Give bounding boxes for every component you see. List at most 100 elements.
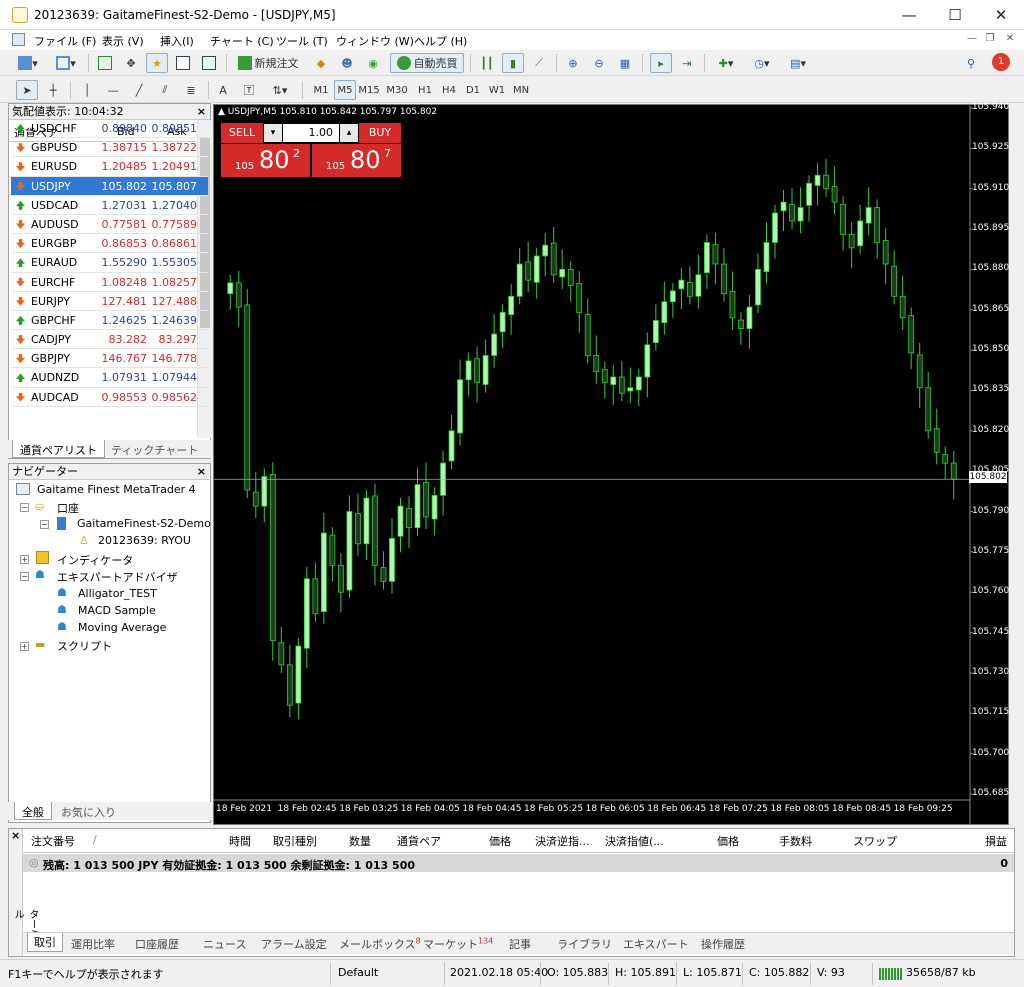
collapse-icon[interactable]: − xyxy=(40,520,49,529)
nav-accounts[interactable]: 口座 xyxy=(57,500,79,516)
col-swap[interactable]: スワップ xyxy=(853,833,897,849)
new-order-button[interactable]: 新規注文 xyxy=(232,53,304,73)
candle-chart-button[interactable]: ▮ xyxy=(502,53,524,73)
col-price[interactable]: 価格 xyxy=(489,833,511,849)
bar-chart-button[interactable]: ┃┃ xyxy=(476,53,498,73)
timeframe-h1[interactable]: H1 xyxy=(414,80,436,100)
collapse-icon[interactable]: − xyxy=(20,503,29,512)
timeframe-d1[interactable]: D1 xyxy=(462,80,484,100)
fibonacci-tool[interactable]: ≣ xyxy=(180,80,202,100)
mdi-doc-icon[interactable] xyxy=(12,33,25,46)
terminal-tab[interactable]: 運用比率 xyxy=(71,936,115,952)
timeframe-m30[interactable]: M30 xyxy=(386,80,408,100)
auto-trading-button[interactable]: 自動売買 xyxy=(390,53,464,73)
mdi-close-button[interactable]: ✕ xyxy=(1002,33,1018,47)
tab-general[interactable]: 全般 xyxy=(14,802,52,820)
price-chart[interactable] xyxy=(214,105,1008,824)
periods-button[interactable]: ◷ ▾ xyxy=(746,53,778,73)
col-commission[interactable]: 手数料 xyxy=(779,833,812,849)
terminal-tab[interactable]: 口座履歴 xyxy=(135,936,179,952)
terminal-tab[interactable]: ニュース xyxy=(203,936,246,952)
close-icon[interactable]: × xyxy=(197,464,206,480)
nav-server[interactable]: GaitameFinest-S2-Demo xyxy=(77,517,211,530)
status-profile[interactable]: Default xyxy=(338,966,378,979)
terminal-tab[interactable]: 操作履歴 xyxy=(701,936,745,952)
signals-button[interactable]: ◉ xyxy=(362,53,384,73)
collapse-icon[interactable]: − xyxy=(20,572,29,581)
metaeditor-button[interactable]: ◆ xyxy=(310,53,332,73)
close-button[interactable]: ✕ xyxy=(978,0,1024,30)
market-watch-row[interactable]: AUDCAD 0.98553 0.98562 xyxy=(11,388,208,407)
menu-help[interactable]: ヘルプ (H) xyxy=(414,33,467,49)
market-watch-row[interactable]: CADJPY 83.282 83.297 xyxy=(11,330,208,350)
nav-account[interactable]: 20123639: RYOU xyxy=(98,534,191,547)
tile-windows-button[interactable]: ▦ xyxy=(614,53,636,73)
strategy-tester-toggle[interactable] xyxy=(198,53,220,73)
navigator-toggle[interactable]: ★ xyxy=(146,53,168,73)
auto-scroll-button[interactable]: ▸ xyxy=(650,53,672,73)
indicators-button[interactable]: ✚ ▾ xyxy=(710,53,742,73)
terminal-tab[interactable]: マーケット134 xyxy=(423,936,493,952)
terminal-tab[interactable]: 取引 xyxy=(27,933,63,952)
col-take-profit[interactable]: 決済指値(... xyxy=(605,833,664,849)
profiles-button[interactable]: ▾ xyxy=(50,53,82,73)
col-size[interactable]: 数量 xyxy=(349,833,371,849)
market-watch-row[interactable]: AUDUSD 0.77581 0.77589 xyxy=(11,215,208,235)
terminal-tab[interactable]: メールボックス8 xyxy=(339,936,421,952)
menu-insert[interactable]: 挿入(I) xyxy=(160,33,194,49)
market-watch-row[interactable]: USDCAD 1.27031 1.27040 xyxy=(11,196,208,215)
text-label-tool[interactable]: 🅃 xyxy=(238,80,260,100)
nav-indicators[interactable]: インディケータ xyxy=(57,552,133,568)
timeframe-w1[interactable]: W1 xyxy=(486,80,508,100)
timeframe-m1[interactable]: M1 xyxy=(310,80,332,100)
tab-symbols[interactable]: 通貨ペアリスト xyxy=(12,440,105,458)
market-watch-row[interactable]: EURUSD 1.20485 1.20491 xyxy=(11,157,208,177)
new-chart-button[interactable]: ▾ xyxy=(12,53,44,73)
menu-chart[interactable]: チャート (C) xyxy=(210,33,274,49)
terminal-tab[interactable]: 記事 xyxy=(509,936,531,952)
chart-shift-button[interactable]: ⇥ xyxy=(676,53,698,73)
col-order[interactable]: 注文番号 xyxy=(31,833,75,849)
market-watch-row[interactable]: AUDNZD 1.07931 1.07944 xyxy=(11,368,208,388)
market-watch-row[interactable]: USDCHF 0.89840 0.89851 xyxy=(11,119,208,139)
terminal-tab[interactable]: アラーム設定 xyxy=(261,936,327,952)
nav-ea-moving-average[interactable]: Moving Average xyxy=(78,621,166,634)
nav-scripts[interactable]: スクリプト xyxy=(57,638,112,654)
nav-ea-macd[interactable]: MACD Sample xyxy=(78,604,156,617)
templates-button[interactable]: ▤ ▾ xyxy=(782,53,814,73)
data-window-toggle[interactable]: ✥ xyxy=(120,53,142,73)
market-watch-toggle[interactable] xyxy=(94,53,116,73)
minimize-button[interactable]: — xyxy=(886,0,932,30)
maximize-button[interactable]: ☐ xyxy=(932,0,978,30)
menu-window[interactable]: ウィンドウ (W) xyxy=(336,33,414,49)
tab-favorites[interactable]: お気に入り xyxy=(54,802,123,820)
channel-tool[interactable]: ⫽ xyxy=(154,80,176,100)
terminal-tab[interactable]: ライブラリ xyxy=(557,936,612,952)
status-traffic[interactable]: 35658/87 kb xyxy=(906,966,976,979)
nav-ea-alligator[interactable]: Alligator_TEST xyxy=(78,587,157,600)
line-chart-button[interactable]: ⟋ xyxy=(528,53,550,73)
expand-icon[interactable]: + xyxy=(20,642,29,651)
trendline-tool[interactable]: ╱ xyxy=(128,80,150,100)
cursor-tool[interactable]: ➤ xyxy=(16,80,38,100)
nav-root[interactable]: Gaitame Finest MetaTrader 4 xyxy=(37,483,196,496)
market-watch-row[interactable]: GBPCHF 1.24625 1.24639 xyxy=(11,311,208,331)
vertical-line-tool[interactable]: │ xyxy=(76,80,98,100)
crosshair-tool[interactable]: ┼ xyxy=(42,80,64,100)
notification-badge[interactable]: 1 xyxy=(992,53,1010,71)
menu-tools[interactable]: ツール (T) xyxy=(276,33,328,49)
horizontal-line-tool[interactable]: — xyxy=(102,80,124,100)
menu-file[interactable]: ファイル (F) xyxy=(34,33,96,49)
expand-icon[interactable]: + xyxy=(20,555,29,564)
col-profit[interactable]: 損益 xyxy=(985,833,1007,849)
close-icon[interactable]: × xyxy=(197,104,206,120)
market-watch-row[interactable]: EURAUD 1.55290 1.55305 xyxy=(11,253,208,273)
col-type[interactable]: 取引種別 xyxy=(273,833,317,849)
community-button[interactable]: ☻ xyxy=(336,53,358,73)
close-icon[interactable]: × xyxy=(11,829,20,842)
timeframe-h4[interactable]: H4 xyxy=(438,80,460,100)
terminal-tab[interactable]: エキスパート xyxy=(623,936,689,952)
market-watch-row[interactable]: USDJPY 105.802 105.807 xyxy=(11,176,208,196)
terminal-toggle[interactable] xyxy=(172,53,194,73)
market-watch-row[interactable]: EURCHF 1.08248 1.08257 xyxy=(11,273,208,292)
